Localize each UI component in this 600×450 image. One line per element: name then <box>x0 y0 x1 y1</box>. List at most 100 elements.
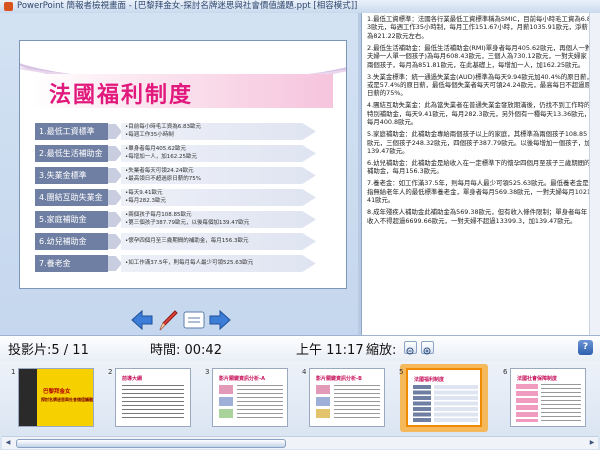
thumbnail-image: 巴黎拜金女 探討名牌迷思與社會價值議題 <box>18 368 94 427</box>
slide-title: 法國福利制度 <box>49 82 194 108</box>
note-paragraph: 4.團結互助失業金：此為當失業者在普通失業金發放期滿後，仍找不到工作時的特別補助… <box>367 101 591 127</box>
thumbnail-subtitle: 探討名牌迷思與社會價值議題 <box>41 397 93 402</box>
thumbnail-image: 影片關鍵資訊分析-A <box>212 368 288 427</box>
powerpoint-icon <box>4 2 13 11</box>
thumbnail-title: 法國社會保障制度 <box>517 376 558 382</box>
help-icon[interactable]: ? <box>578 340 593 355</box>
zoom-out-icon <box>406 347 414 355</box>
slide-navigation <box>130 308 231 334</box>
silhouette <box>19 369 37 426</box>
scroll-left-icon[interactable]: ◀ <box>3 438 13 447</box>
row-detail: •失業者每天可領24.24歐元 •最高領日不超過原日薪的75% <box>121 167 316 184</box>
thumbnail-image: 前導大綱 <box>115 368 191 427</box>
detail-line: •每天9.41歐元 <box>125 190 163 196</box>
detail-line: •每增加一人，加162.25歐元 <box>125 154 197 160</box>
thumbnail-title: 影片關鍵資訊分析-B <box>316 376 362 382</box>
note-paragraph: 2.最低生活補助金：最低生活補助金(RMI)單身者每月405.62歐元，再個人一… <box>367 43 592 69</box>
arrow-shape <box>108 124 122 139</box>
zoom-out-button[interactable] <box>404 341 417 355</box>
thumbnail-image: 影片關鍵資訊分析-B <box>309 368 385 427</box>
thumbnail-number: 6 <box>503 368 508 376</box>
row-label: 3.失業金標準 <box>35 167 108 184</box>
row-detail: •目前每小時毛工資為6.83歐元 •每週工作35小時制 <box>121 123 316 140</box>
slide-counter: 投影片:5 / 11 <box>8 343 89 358</box>
note-paragraph: 1.最低工資標準：法國各行業最低工資標準稱為SMIC，目前每小時毛工資為6.83… <box>367 15 591 40</box>
detail-line: •兩個孩子每月108.85歐元 <box>125 212 192 218</box>
detail-line: •懷孕四個月至三歲期間的補助金，每月156.3歐元 <box>125 238 249 244</box>
slide-menu-button[interactable] <box>182 308 206 332</box>
row-detail: •兩個孩子每月108.85歐元 •第三個孩子387.79歐元，以後每個加139.… <box>121 211 316 228</box>
detail-line: •失業者每天可領24.24歐元 <box>125 168 194 174</box>
thumbnail-1[interactable]: 1 巴黎拜金女 探討名牌迷思與社會價值議題 <box>11 368 94 427</box>
thumbnail-title: 影片關鍵資訊分析-A <box>219 376 265 382</box>
arrow-shape <box>108 234 122 249</box>
thumbnail-image: 法國福利制度 <box>406 368 482 427</box>
next-slide-button[interactable] <box>208 308 232 332</box>
window-title: PowerPoint 簡報者檢視畫面 - [巴黎拜金女-探討名牌迷思與社會價值議… <box>17 1 358 11</box>
detail-line: •每月282.3歐元 <box>125 198 166 204</box>
detail-line: •最高領日不超過原日薪的75% <box>125 176 201 182</box>
box <box>316 409 330 418</box>
arrow-left-icon <box>131 309 153 331</box>
scrollbar-thumb[interactable] <box>16 439 286 448</box>
thumbnail-3[interactable]: 3 影片關鍵資訊分析-A <box>205 368 288 427</box>
row-label: 7.養老金 <box>35 255 108 272</box>
detail-line: •每週工作35小時制 <box>125 132 174 138</box>
text-lines <box>237 385 283 419</box>
thumbnail-title: 法國福利制度 <box>414 377 445 383</box>
previous-slide-button[interactable] <box>130 308 154 332</box>
row-detail: •每天9.41歐元 •每月282.3歐元 <box>121 189 316 206</box>
pen-icon <box>159 310 178 331</box>
arrow-right-icon <box>209 309 231 331</box>
thumbnail-number: 4 <box>302 368 307 376</box>
row-detail: •如工作滿37.5年，則每月每人最少可領525.63歐元 <box>121 255 316 272</box>
box <box>219 397 233 406</box>
zoom-in-button[interactable] <box>421 341 434 355</box>
note-paragraph: 7.養老金：如工作滿37.5年，則每月每人最少可領525.63歐元。最低養老金是… <box>367 179 593 205</box>
elapsed-time: 時間: 00:42 <box>150 343 222 358</box>
thumbnail-5-selected[interactable]: 5 法國福利制度 <box>399 364 488 432</box>
thumbnail-number: 5 <box>399 368 404 376</box>
thumbnail-scrollbar[interactable]: ◀ ▶ <box>2 436 598 449</box>
box <box>316 397 330 406</box>
thumbnail-title: 巴黎拜金女 <box>43 389 71 395</box>
detail-line: •如工作滿37.5年，則每月每人最少可領525.63歐元 <box>125 260 254 266</box>
label-stack <box>516 384 538 422</box>
pen-tool-button[interactable] <box>156 308 180 332</box>
slide-menu-icon <box>183 311 205 329</box>
clock: 上午 11:17 <box>296 343 364 358</box>
label-stack <box>413 385 431 423</box>
row-label: 6.幼兒補助金 <box>35 233 108 250</box>
speaker-notes: 1.最低工資標準：法國各行業最低工資標準稱為SMIC，目前每小時毛工資為6.83… <box>367 15 593 229</box>
slide-title-bar: 法國福利制度 <box>33 74 333 108</box>
detail-line: •單身者每月405.62歐元 <box>125 146 186 152</box>
current-slide[interactable]: 法國福利制度 1.最低工資標準 •目前每小時毛工資為6.83歐元 •每週工作35… <box>19 40 347 289</box>
detail-line: •目前每小時毛工資為6.83歐元 <box>125 124 201 130</box>
thumbnail-number: 3 <box>205 368 210 376</box>
title-bar: PowerPoint 簡報者檢視畫面 - [巴黎拜金女-探討名牌迷思與社會價值議… <box>0 0 600 14</box>
current-slide-pane: 法國福利制度 1.最低工資標準 •目前每小時毛工資為6.83歐元 •每週工作35… <box>0 13 358 335</box>
arrow-shape <box>108 146 122 161</box>
arrow-shape <box>108 168 122 183</box>
notes-scrollbar[interactable] <box>589 13 600 335</box>
row-label: 4.團結互助失業金 <box>35 189 108 206</box>
box <box>316 385 330 394</box>
slide-thumbnail-strip: 1 巴黎拜金女 探討名牌迷思與社會價值議題 2 前導大綱 3 影片關鍵資訊分析-… <box>0 361 600 450</box>
status-bar: 投影片:5 / 11 時間: 00:42 上午 11:17 縮放: ? <box>0 335 600 362</box>
row-label: 1.最低工資標準 <box>35 123 108 140</box>
row-detail: •單身者每月405.62歐元 •每增加一人，加162.25歐元 <box>121 145 316 162</box>
thumbnail-4[interactable]: 4 影片關鍵資訊分析-B <box>302 368 385 427</box>
row-label: 5.家庭補助金 <box>35 211 108 228</box>
text-lines <box>334 385 380 419</box>
zoom-label: 縮放: <box>366 343 397 358</box>
speaker-notes-pane[interactable]: 1.最低工資標準：法國各行業最低工資標準稱為SMIC，目前每小時毛工資為6.83… <box>361 13 600 335</box>
note-paragraph: 5.家庭補助金：此補助金專給兩個孩子以上的家庭，其標準為兩個孩子108.85歐元… <box>367 130 591 156</box>
note-paragraph: 6.幼兒補助金：此補助金是給收入在一定標準下的懷孕四個月至孩子三歲期間的補助金，… <box>367 159 591 176</box>
thumbnail-6[interactable]: 6 法國社會保障制度 <box>503 368 586 427</box>
scroll-right-icon[interactable]: ▶ <box>587 438 597 447</box>
arrow-shape <box>108 190 122 205</box>
thumbnail-title: 前導大綱 <box>122 376 143 382</box>
zoom-in-icon <box>423 347 431 355</box>
arrow-shape <box>108 256 122 271</box>
thumbnail-2[interactable]: 2 前導大綱 <box>108 368 191 427</box>
